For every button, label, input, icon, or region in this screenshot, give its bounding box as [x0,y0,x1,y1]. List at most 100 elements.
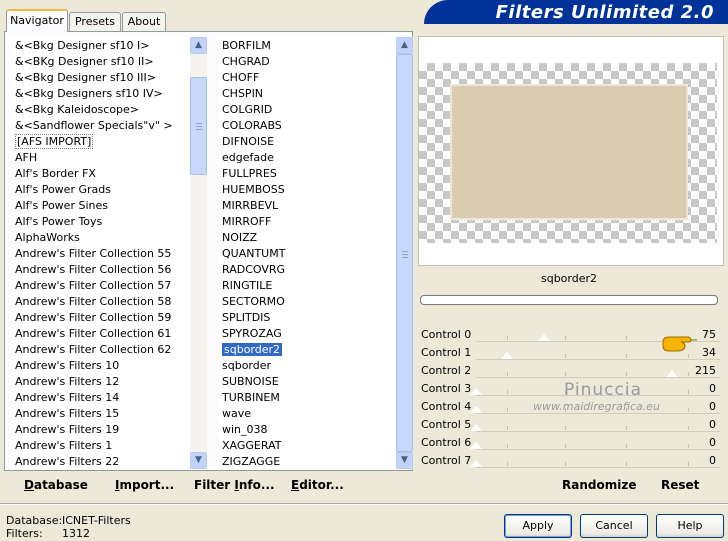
category-item[interactable]: Andrew's Filter Collection 55 [12,246,174,262]
tab-presets[interactable]: Presets [69,12,121,31]
category-item[interactable]: Andrew's Filters 22 [12,454,122,469]
slider-track[interactable] [476,467,720,468]
category-item[interactable]: Andrew's Filter Collection 58 [12,294,174,310]
scroll-up-button[interactable]: ▲ [190,37,207,54]
tab-navigator[interactable]: Navigator [6,9,68,32]
scroll-down-button[interactable]: ▼ [190,452,207,469]
category-item[interactable]: Andrew's Filters 15 [12,406,122,422]
category-item[interactable]: Andrew's Filter Collection 56 [12,262,174,278]
filter-item[interactable]: DIFNOISE [219,134,277,150]
category-item[interactable]: Alf's Power Toys [12,214,105,230]
scroll-up-button[interactable]: ▲ [396,37,413,54]
filter-item[interactable]: HUEMBOSS [219,182,288,198]
category-item[interactable]: &<Bkg Designer sf10 III> [12,70,159,86]
slider-thumb[interactable] [470,460,482,467]
filter-item[interactable]: sqborder2 [219,342,285,358]
filter-item[interactable]: RADCOVRG [219,262,288,278]
filter-scrollbar[interactable]: ▲ ▼ [396,37,413,469]
category-item[interactable]: Andrew's Filters 10 [12,358,122,374]
slider-thumb[interactable] [470,442,482,449]
filter-item[interactable]: RINGTILE [219,278,275,294]
category-item[interactable]: Andrew's Filters 1 [12,438,115,454]
filter-item[interactable]: NOIZZ [219,230,260,246]
tab-about[interactable]: About [122,12,166,31]
slider-thumb[interactable] [470,388,482,395]
category-item[interactable]: &<Bkg Kaleidoscope> [12,102,142,118]
category-item[interactable]: Andrew's Filters 19 [12,422,122,438]
filter-item[interactable]: MIRRBEVL [219,198,281,214]
slider-tick [507,426,508,430]
control-slider-6[interactable]: Control 6 0 [418,434,720,452]
category-item[interactable]: Andrew's Filter Collection 59 [12,310,174,326]
category-item[interactable]: Andrew's Filters 12 [12,374,122,390]
filter-item[interactable]: MIRROFF [219,214,274,230]
slider-thumb[interactable] [665,370,678,377]
slider-track[interactable] [476,359,720,360]
filter-item[interactable]: SPLITDIS [219,310,273,326]
control-value: 75 [702,328,716,341]
help-button[interactable]: Help [656,514,724,538]
category-item[interactable]: &<Bkg Designers sf10 IV> [12,86,166,102]
filter-item[interactable]: COLGRID [219,102,275,118]
control-slider-2[interactable]: Control 2 215 [418,362,720,380]
cancel-button[interactable]: Cancel [580,514,648,538]
scroll-thumb[interactable] [190,77,207,175]
category-item[interactable]: [AFS IMPORT] [12,134,96,150]
control-slider-7[interactable]: Control 7 0 [418,452,720,470]
slider-thumb[interactable] [500,352,513,359]
filter-item-label: win_038 [222,423,268,436]
category-item[interactable]: AlphaWorks [12,230,83,246]
category-item[interactable]: Andrew's Filter Collection 62 [12,342,174,358]
filter-item[interactable]: SPYROZAG [219,326,285,342]
category-item[interactable]: &<Sandflower Specials"v" > [12,118,176,134]
slider-thumb[interactable] [470,406,482,413]
scroll-thumb[interactable] [396,54,413,452]
filter-info-button[interactable]: Filter Info... [194,478,275,492]
apply-button[interactable]: Apply [504,514,572,538]
filter-item[interactable]: edgefade [219,150,277,166]
slider-tick [565,372,566,376]
category-item-label: Andrew's Filter Collection 59 [15,311,172,324]
category-item[interactable]: Alf's Power Grads [12,182,114,198]
editor-button[interactable]: Editor... [291,478,344,492]
filter-item[interactable]: CHOFF [219,70,262,86]
category-scrollbar[interactable]: ▲ ▼ [190,37,207,469]
category-item[interactable]: Alf's Power Sines [12,198,111,214]
slider-track[interactable] [476,377,720,378]
randomize-button[interactable]: Randomize [562,478,636,492]
filter-item[interactable]: QUANTUMT [219,246,288,262]
slider-track[interactable] [476,449,720,450]
filter-item[interactable]: TURBINEM [219,390,283,406]
filter-item[interactable]: XAGGERAT [219,438,284,454]
filter-list[interactable]: BORFILM CHGRAD CHOFF CHSPIN COLGRID COLORABS D… [219,37,396,469]
filter-item[interactable]: COLORABS [219,118,285,134]
filter-item[interactable]: BORFILM [219,38,274,54]
category-item[interactable]: &<BKg Designer sf10 II> [12,54,157,70]
category-list[interactable]: &<Bkg Designer sf10 I> &<BKg Designer sf1… [12,37,190,469]
filter-item[interactable]: SECTORMO [219,294,288,310]
slider-tick [507,336,508,340]
category-item[interactable]: Andrew's Filter Collection 57 [12,278,174,294]
database-button[interactable]: Database [24,478,88,492]
slider-thumb[interactable] [538,334,551,341]
category-item[interactable]: &<Bkg Designer sf10 I> [12,38,153,54]
import-button[interactable]: Import... [115,478,174,492]
category-item[interactable]: Andrew's Filters 14 [12,390,122,406]
category-item[interactable]: Alf's Border FX [12,166,99,182]
reset-button[interactable]: Reset [661,478,699,492]
filter-item[interactable]: sqborder [219,358,274,374]
filter-item[interactable]: win_038 [219,422,271,438]
slider-track[interactable] [476,431,720,432]
filter-item[interactable]: CHGRAD [219,54,273,70]
filter-item[interactable]: wave [219,406,254,422]
category-item[interactable]: AFH [12,150,40,166]
category-item[interactable]: Andrew's Filter Collection 61 [12,326,174,342]
filter-item[interactable]: CHSPIN [219,86,266,102]
filter-item[interactable]: SUBNOISE [219,374,282,390]
scroll-down-button[interactable]: ▼ [396,452,413,469]
slider-track[interactable] [476,413,720,414]
filter-item[interactable]: ZIGZAGGE [219,454,283,469]
filter-item[interactable]: FULLPRES [219,166,280,182]
control-slider-5[interactable]: Control 5 0 [418,416,720,434]
slider-thumb[interactable] [470,424,482,431]
